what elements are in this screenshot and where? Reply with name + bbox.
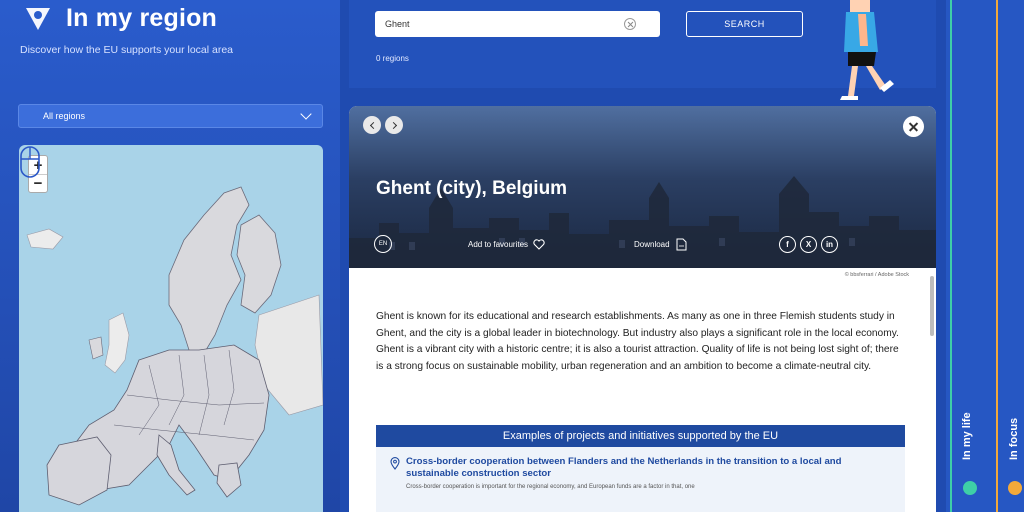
region-select[interactable]: All regions — [18, 104, 323, 128]
x-twitter-icon[interactable]: X — [800, 235, 817, 253]
in-focus-icon[interactable] — [1008, 481, 1022, 495]
card-action-bar: EN Add to favourites Download f X in — [374, 234, 912, 254]
project-title[interactable]: Cross-border cooperation between Flander… — [406, 456, 889, 480]
heart-icon — [533, 238, 545, 250]
language-button[interactable]: EN — [374, 235, 392, 253]
map-region-greece[interactable] — [216, 462, 242, 498]
region-card: Ghent (city), Belgium EN Add to favourit… — [349, 106, 936, 512]
map-region-uk — [104, 312, 130, 374]
runner-illustration-icon — [840, 0, 894, 100]
result-count: 0 regions — [376, 54, 409, 63]
europe-map[interactable]: + − — [19, 145, 323, 512]
map-region-ireland[interactable] — [88, 336, 104, 360]
hero-image: Ghent (city), Belgium EN Add to favourit… — [349, 106, 936, 268]
facebook-icon[interactable]: f — [779, 235, 796, 253]
add-to-favourites-button[interactable]: Add to favourites — [468, 238, 545, 250]
map-region-iceland — [26, 228, 64, 250]
download-label: Download — [634, 239, 670, 249]
city-description: Ghent is known for its educational and r… — [376, 311, 899, 372]
previous-arrow-icon[interactable] — [363, 116, 381, 134]
map-region-scandinavia[interactable] — [168, 186, 250, 356]
carousel-arrows — [363, 116, 403, 134]
projects-header: Examples of projects and initiatives sup… — [376, 425, 905, 447]
region-select-value: All regions — [43, 111, 86, 121]
search-button[interactable]: SEARCH — [686, 11, 803, 37]
city-title: Ghent (city), Belgium — [376, 178, 568, 199]
download-button[interactable]: Download — [634, 238, 687, 251]
map-pin-icon — [26, 7, 50, 30]
search-input[interactable] — [375, 11, 660, 37]
project-description: Cross-border cooperation is important fo… — [406, 484, 695, 490]
map-region-iberia[interactable] — [46, 436, 112, 506]
pdf-file-icon — [676, 238, 687, 250]
map-region-italy[interactable] — [156, 434, 196, 496]
favourites-label: Add to favourites — [468, 239, 529, 249]
card-scrollbar[interactable] — [930, 276, 934, 336]
chevron-down-icon — [300, 108, 312, 120]
brand-title: In my region — [66, 4, 218, 32]
map-canvas[interactable] — [19, 145, 323, 512]
in-my-life-icon[interactable] — [963, 481, 977, 495]
map-region-finland[interactable] — [236, 214, 282, 314]
close-card-button[interactable] — [903, 116, 924, 137]
share-buttons: f X in — [779, 235, 838, 253]
mouse-scroll-icon — [20, 146, 40, 178]
tab-in-my-life[interactable]: In my life — [961, 412, 973, 460]
linkedin-icon[interactable]: in — [821, 235, 838, 253]
clear-search-icon[interactable] — [624, 18, 636, 30]
image-credit: © bbsferrari / Adobe Stock — [844, 272, 909, 278]
tab-in-focus[interactable]: In focus — [1008, 418, 1020, 460]
brand-subtitle: Discover how the EU supports your local … — [20, 44, 234, 56]
tab-divider-green — [950, 0, 952, 512]
tab-divider-orange — [996, 0, 998, 512]
left-panel: In my region Discover how the EU support… — [0, 0, 340, 512]
project-item[interactable]: Cross-border cooperation between Flander… — [376, 447, 905, 512]
next-arrow-icon[interactable] — [385, 116, 403, 134]
brand: In my region — [18, 4, 217, 33]
location-pin-icon — [390, 457, 400, 470]
